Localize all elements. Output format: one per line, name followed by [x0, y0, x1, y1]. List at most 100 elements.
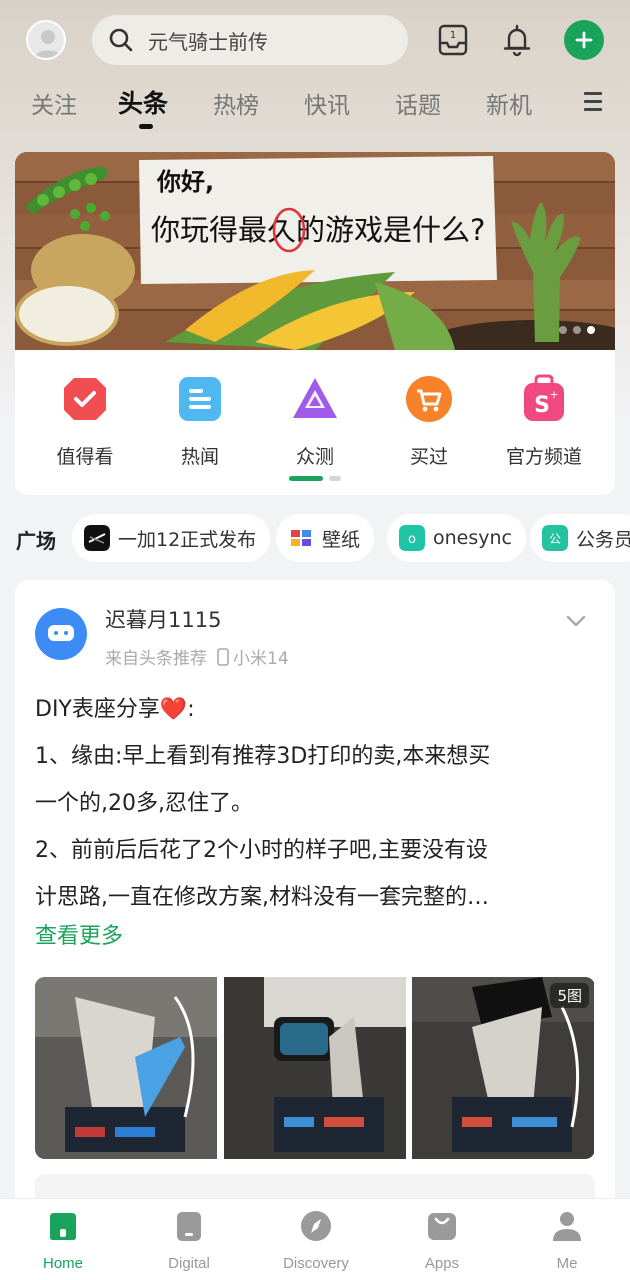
post-text: DIY表座分享❤️: 1、缘由:早上看到有推荐3D打印的卖,本来想买 一个的,2…	[35, 686, 595, 921]
svg-text:o: o	[408, 532, 416, 547]
home-icon	[50, 1213, 76, 1240]
shortcut-label: 众测	[295, 446, 334, 468]
shortcut-worth-seeing[interactable]: 值得看	[30, 374, 140, 469]
image-count-badge: 5图	[550, 983, 590, 1008]
banner-card: 你好, 你玩得最久的游戏是什么? 值得看 热闻 众测 买过 S + 官方频道	[15, 152, 615, 495]
civil-servant-icon: 公	[542, 525, 568, 551]
post-device: 小米14	[217, 644, 289, 669]
digital-icon	[177, 1212, 201, 1241]
banner-carousel[interactable]: 你好, 你玩得最久的游戏是什么?	[15, 152, 615, 350]
banner-question: 你玩得最久的游戏是什么?	[151, 213, 485, 247]
avatar-silhouette-icon	[34, 30, 62, 58]
nav-label: Me	[556, 1255, 578, 1272]
inbox-button[interactable]: 1	[433, 20, 473, 60]
active-tab-indicator	[139, 124, 153, 129]
plaza-row: 广场 一加12正式发布 壁纸 o onesync 公 公务员	[0, 514, 630, 562]
tab-follow[interactable]: 关注	[31, 86, 77, 120]
plaza-chip-label: 公务员	[576, 528, 630, 551]
search-icon	[109, 28, 133, 52]
post-image[interactable]	[223, 977, 407, 1159]
banner-greeting: 你好,	[156, 168, 214, 196]
post-title-suffix: :	[187, 697, 195, 722]
tab-headlines[interactable]: 头条	[118, 84, 168, 120]
nav-digital[interactable]: Digital	[134, 1209, 244, 1272]
post-author-name[interactable]: 迟暮月1115	[105, 604, 221, 634]
add-post-button[interactable]	[564, 20, 604, 60]
post-line: 1、缘由:早上看到有推荐3D打印的卖,本来想买	[35, 744, 491, 769]
plus-icon	[575, 31, 593, 49]
search-bar[interactable]: 元气骑士前传	[92, 15, 408, 65]
top-bar: 元气骑士前传 1	[0, 0, 630, 80]
nav-discovery[interactable]: Discovery	[261, 1209, 371, 1272]
shopping-bag-icon: S +	[524, 374, 564, 421]
post-image[interactable]: 5图	[412, 977, 595, 1159]
plaza-chip-onesync[interactable]: o onesync	[387, 514, 526, 562]
robot-avatar-icon	[48, 625, 74, 641]
plaza-chip-civil-servant[interactable]: 公 公务员	[530, 514, 630, 562]
shortcut-official-channel[interactable]: S + 官方频道	[489, 374, 599, 469]
tab-topics[interactable]: 话题	[395, 86, 441, 120]
category-tabs: 关注 头条 热榜 快讯 话题 新机	[0, 82, 630, 130]
shortcut-bought[interactable]: 买过	[374, 374, 484, 469]
shortcut-label: 值得看	[56, 446, 114, 468]
tab-new-devices[interactable]: 新机	[486, 86, 532, 120]
post-line: 一个的,20多,忍住了。	[35, 791, 253, 816]
post-device-name: 小米14	[233, 649, 289, 669]
svg-text:1: 1	[450, 30, 456, 41]
post-line: 2、前前后后花了2个小时的样子吧,主要没有设	[35, 838, 488, 863]
shortcut-crowd-test[interactable]: 众测	[260, 374, 370, 469]
heart-emoji-icon: ❤️	[159, 697, 188, 722]
tab-news-flash[interactable]: 快讯	[304, 86, 350, 120]
shortcut-label: 买过	[409, 446, 448, 468]
plaza-chip-label: onesync	[433, 527, 512, 549]
plaza-chip-wallpaper[interactable]: 壁纸	[276, 514, 375, 562]
cart-icon	[406, 376, 452, 422]
person-icon	[553, 1212, 581, 1241]
shortcut-label: 热闻	[180, 446, 219, 468]
search-placeholder: 元气骑士前传	[148, 29, 268, 54]
compass-icon	[301, 1211, 331, 1241]
svg-text:S: S	[534, 393, 550, 418]
nav-me[interactable]: Me	[512, 1209, 622, 1272]
see-more-link[interactable]: 查看更多	[35, 918, 123, 950]
shortcut-grid: 值得看 热闻 众测 买过 S + 官方频道	[15, 374, 615, 474]
shortcut-hot-news[interactable]: 热闻	[145, 374, 255, 469]
nav-label: Digital	[168, 1255, 210, 1272]
plaza-chip-label: 一加12正式发布	[118, 528, 257, 551]
bell-icon	[503, 24, 531, 57]
oneplus-icon	[84, 525, 110, 551]
document-icon	[179, 377, 221, 421]
nav-label: Apps	[424, 1255, 460, 1272]
post-source: 来自头条推荐	[105, 649, 207, 669]
shield-check-icon	[64, 378, 106, 420]
tab-menu-icon[interactable]	[584, 92, 602, 112]
apps-bag-icon	[428, 1213, 456, 1240]
chevron-down-icon[interactable]	[565, 610, 587, 632]
watch-stand-photo-2	[223, 977, 406, 1159]
post-image[interactable]	[35, 977, 218, 1159]
shortcut-page-indicator	[289, 476, 341, 481]
triangle-icon	[293, 378, 337, 418]
phone-icon	[217, 647, 229, 666]
plaza-title: 广场	[16, 529, 56, 553]
nav-home[interactable]: Home	[8, 1209, 118, 1272]
notification-button[interactable]	[497, 20, 537, 60]
inbox-tray-icon: 1	[438, 24, 468, 56]
onesync-icon: o	[399, 525, 425, 551]
bottom-navigation: Home Digital Discovery Apps Me	[0, 1198, 630, 1280]
nav-label: Discovery	[283, 1255, 349, 1272]
banner-illustration: 你好, 你玩得最久的游戏是什么?	[15, 152, 615, 350]
watch-stand-photo-1	[35, 977, 217, 1159]
nav-label: Home	[42, 1255, 83, 1272]
post-author-avatar[interactable]	[35, 608, 87, 660]
post-image-gallery: 5图	[35, 977, 595, 1159]
svg-text:公: 公	[549, 532, 561, 546]
banner-pagination	[559, 326, 595, 334]
post-title-line: DIY表座分享❤️:	[35, 686, 595, 733]
nav-apps[interactable]: Apps	[387, 1209, 497, 1272]
tab-trending[interactable]: 热榜	[213, 86, 259, 120]
svg-text:+: +	[549, 388, 558, 401]
plaza-chip-oneplus12[interactable]: 一加12正式发布	[72, 514, 271, 562]
post-card[interactable]: 迟暮月1115 来自头条推荐 小米14 DIY表座分享❤️: 1、缘由:早上看到…	[15, 580, 615, 1220]
user-avatar[interactable]	[26, 20, 66, 60]
